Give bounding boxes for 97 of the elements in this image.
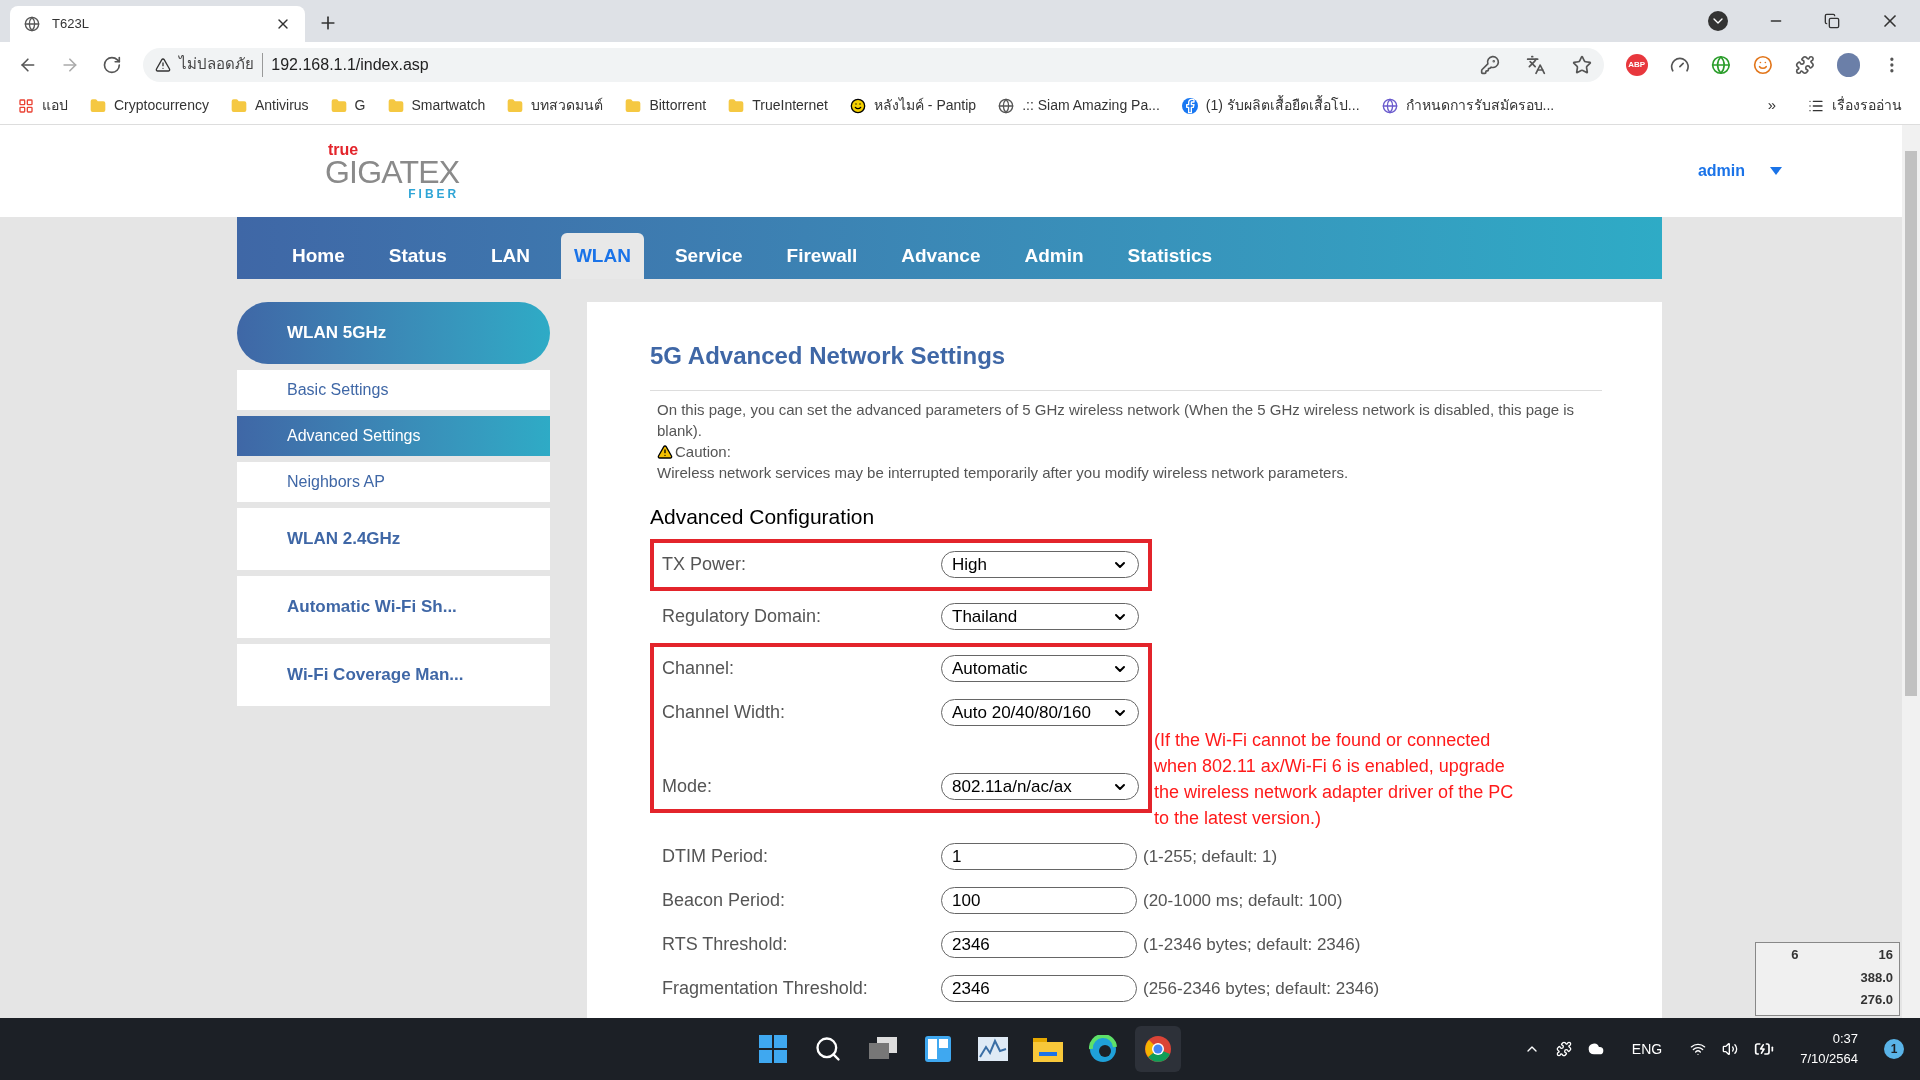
user-menu[interactable]: admin: [1697, 159, 1782, 183]
smiley-icon: [850, 97, 866, 114]
note-text: (If the Wi-Fi cannot be found or connected when 802.11 ax/Wi-Fi 6 is enabled, upgrade the wireless network adapter driver of the PC to the latest version.): [1154, 728, 1515, 830]
dropdown[interactable]: High: [941, 551, 1139, 578]
apps-icon: [18, 97, 34, 114]
warning-icon: [657, 443, 673, 460]
field-hint: (20-1000 ms; default: 100): [1143, 889, 1343, 912]
bookmark[interactable]: บทสวดมนต์: [507, 95, 604, 116]
field-label: TX Power:: [662, 553, 748, 576]
caution-label: Caution:: [675, 442, 731, 462]
field-label: DTIM Period:: [662, 845, 770, 868]
field-label: Regulatory Domain:: [662, 605, 823, 628]
reload-icon[interactable]: [101, 54, 122, 75]
sidebar-item[interactable]: Neighbors AP: [237, 462, 550, 502]
folder-icon: [387, 97, 404, 114]
nav-tab[interactable]: WLAN: [560, 233, 644, 279]
wifi-icon[interactable]: [1690, 1041, 1707, 1057]
field-hint: (1-2346 bytes; default: 2346): [1143, 933, 1361, 956]
address-bar[interactable]: ไม่ปลอดภัย 192.168.1.1/index.asp: [143, 47, 1604, 82]
nav-tab[interactable]: Status: [375, 233, 460, 279]
chrome-icon[interactable]: [1135, 1026, 1181, 1072]
bookmark[interactable]: Smartwatch: [387, 95, 486, 116]
nav-tab[interactable]: Service: [661, 233, 756, 279]
profile-avatar[interactable]: [1836, 52, 1861, 77]
logo: true GIGATEX FIBER: [325, 142, 460, 200]
key-icon[interactable]: [1479, 54, 1500, 75]
globe-icon: [24, 16, 40, 32]
section-title: Advanced Configuration: [650, 504, 876, 530]
bookmark-star-icon[interactable]: [1571, 54, 1592, 75]
globe-icon[interactable]: [1711, 54, 1732, 75]
volume-icon[interactable]: [1722, 1041, 1739, 1057]
text-field[interactable]: 100: [941, 887, 1137, 914]
adblock-badge[interactable]: ABP: [1625, 53, 1648, 76]
folder-icon: [507, 97, 524, 114]
folder-icon: [230, 97, 247, 114]
sidebar-section[interactable]: Automatic Wi-Fi Sh...: [237, 576, 550, 638]
field-label: RTS Threshold:: [662, 933, 789, 956]
bookmark[interactable]: กำหนดการรับสมัครอบ...: [1381, 95, 1555, 116]
dropdown[interactable]: Auto 20/40/80/160: [941, 699, 1139, 726]
more-bookmarks[interactable]: »: [1767, 94, 1776, 117]
text-field[interactable]: 2346: [941, 975, 1137, 1002]
tab-search-icon[interactable]: [1708, 11, 1728, 31]
text-field[interactable]: 1: [941, 843, 1137, 870]
bookmark[interactable]: TrueInternet: [728, 95, 828, 116]
scrollbar[interactable]: [1902, 125, 1920, 1018]
reading-list[interactable]: เรื่องรออ่าน: [1808, 95, 1902, 116]
translate-icon[interactable]: [1525, 54, 1546, 75]
folder-icon: [330, 97, 347, 114]
folder-icon: [90, 97, 106, 114]
dropdown[interactable]: 802.11a/n/ac/ax: [941, 773, 1139, 800]
language-indicator[interactable]: ENG: [1631, 1038, 1663, 1060]
field-label: Channel Width:: [662, 701, 787, 724]
bookmark[interactable]: Antivirus: [230, 95, 309, 116]
folder-icon: [625, 97, 642, 114]
text-field[interactable]: 2346: [941, 931, 1137, 958]
dropdown[interactable]: Automatic: [941, 655, 1139, 682]
network-meter: 6 16 388.0 276.0: [1755, 942, 1900, 1016]
globe-icon: [998, 97, 1015, 114]
cloud-icon[interactable]: [1587, 1041, 1604, 1057]
sidebar-section[interactable]: Wi-Fi Coverage Man...: [237, 644, 550, 706]
browser-tab[interactable]: T623L: [10, 6, 305, 42]
clock[interactable]: 0:37 7/10/2564: [1800, 1029, 1858, 1069]
field-label: Fragmentation Threshold:: [662, 977, 869, 1000]
folder-icon: [728, 97, 745, 114]
field-label: Mode:: [662, 775, 714, 798]
security-label: ไม่ปลอดภัย: [179, 54, 255, 75]
field-label: Beacon Period:: [662, 889, 787, 912]
nav-tab[interactable]: Advance: [888, 233, 994, 279]
sidebar-section[interactable]: WLAN 2.4GHz: [237, 508, 550, 570]
page-title: 5G Advanced Network Settings: [650, 338, 1602, 391]
bookmark[interactable]: Bittorrent: [625, 95, 707, 116]
facebook-icon: [1181, 97, 1198, 114]
nav-tab[interactable]: Firewall: [773, 233, 871, 279]
warning-icon: [155, 56, 172, 73]
bookmark[interactable]: Cryptocurrency: [90, 95, 209, 116]
nav-tab[interactable]: Admin: [1011, 233, 1097, 279]
bookmark[interactable]: .:: Siam Amazing Pa...: [998, 95, 1160, 116]
extensions-icon[interactable]: [1794, 54, 1815, 75]
sidebar-item[interactable]: Advanced Settings: [237, 416, 550, 456]
field-label: Channel:: [662, 657, 736, 680]
sidebar-item[interactable]: Basic Settings: [237, 370, 550, 410]
url-text: 192.168.1.1/index.asp: [262, 52, 429, 77]
bookmark[interactable]: แอป: [18, 95, 68, 116]
sidebar-section[interactable]: WLAN 5GHz: [237, 302, 550, 364]
bookmark[interactable]: G: [330, 95, 366, 116]
dropdown[interactable]: Thailand: [941, 603, 1139, 630]
warning-text: Wireless network services may be interrupted temporarily after you modify wireless network parameters.: [657, 463, 1350, 483]
restore-icon[interactable]: [1824, 13, 1840, 29]
nav-tab[interactable]: Home: [279, 233, 358, 279]
bookmark[interactable]: หลังไมค์ - Pantip: [850, 95, 977, 116]
field-hint: (1-255; default: 1): [1143, 845, 1278, 868]
intro-text: On this page, you can set the advanced parameters of 5 GHz wireless network (When the 5 GHz wireless network is disabled, this page is blank).: [657, 400, 1576, 441]
bookmark[interactable]: (1) รับผลิตเสื้อยืดเสื้อโป...: [1181, 95, 1360, 116]
notification-badge[interactable]: 1: [1884, 1039, 1904, 1059]
caret-icon: [1770, 167, 1782, 175]
nav-tab[interactable]: LAN: [477, 233, 543, 279]
field-hint: (256-2346 bytes; default: 2346): [1143, 977, 1380, 1000]
